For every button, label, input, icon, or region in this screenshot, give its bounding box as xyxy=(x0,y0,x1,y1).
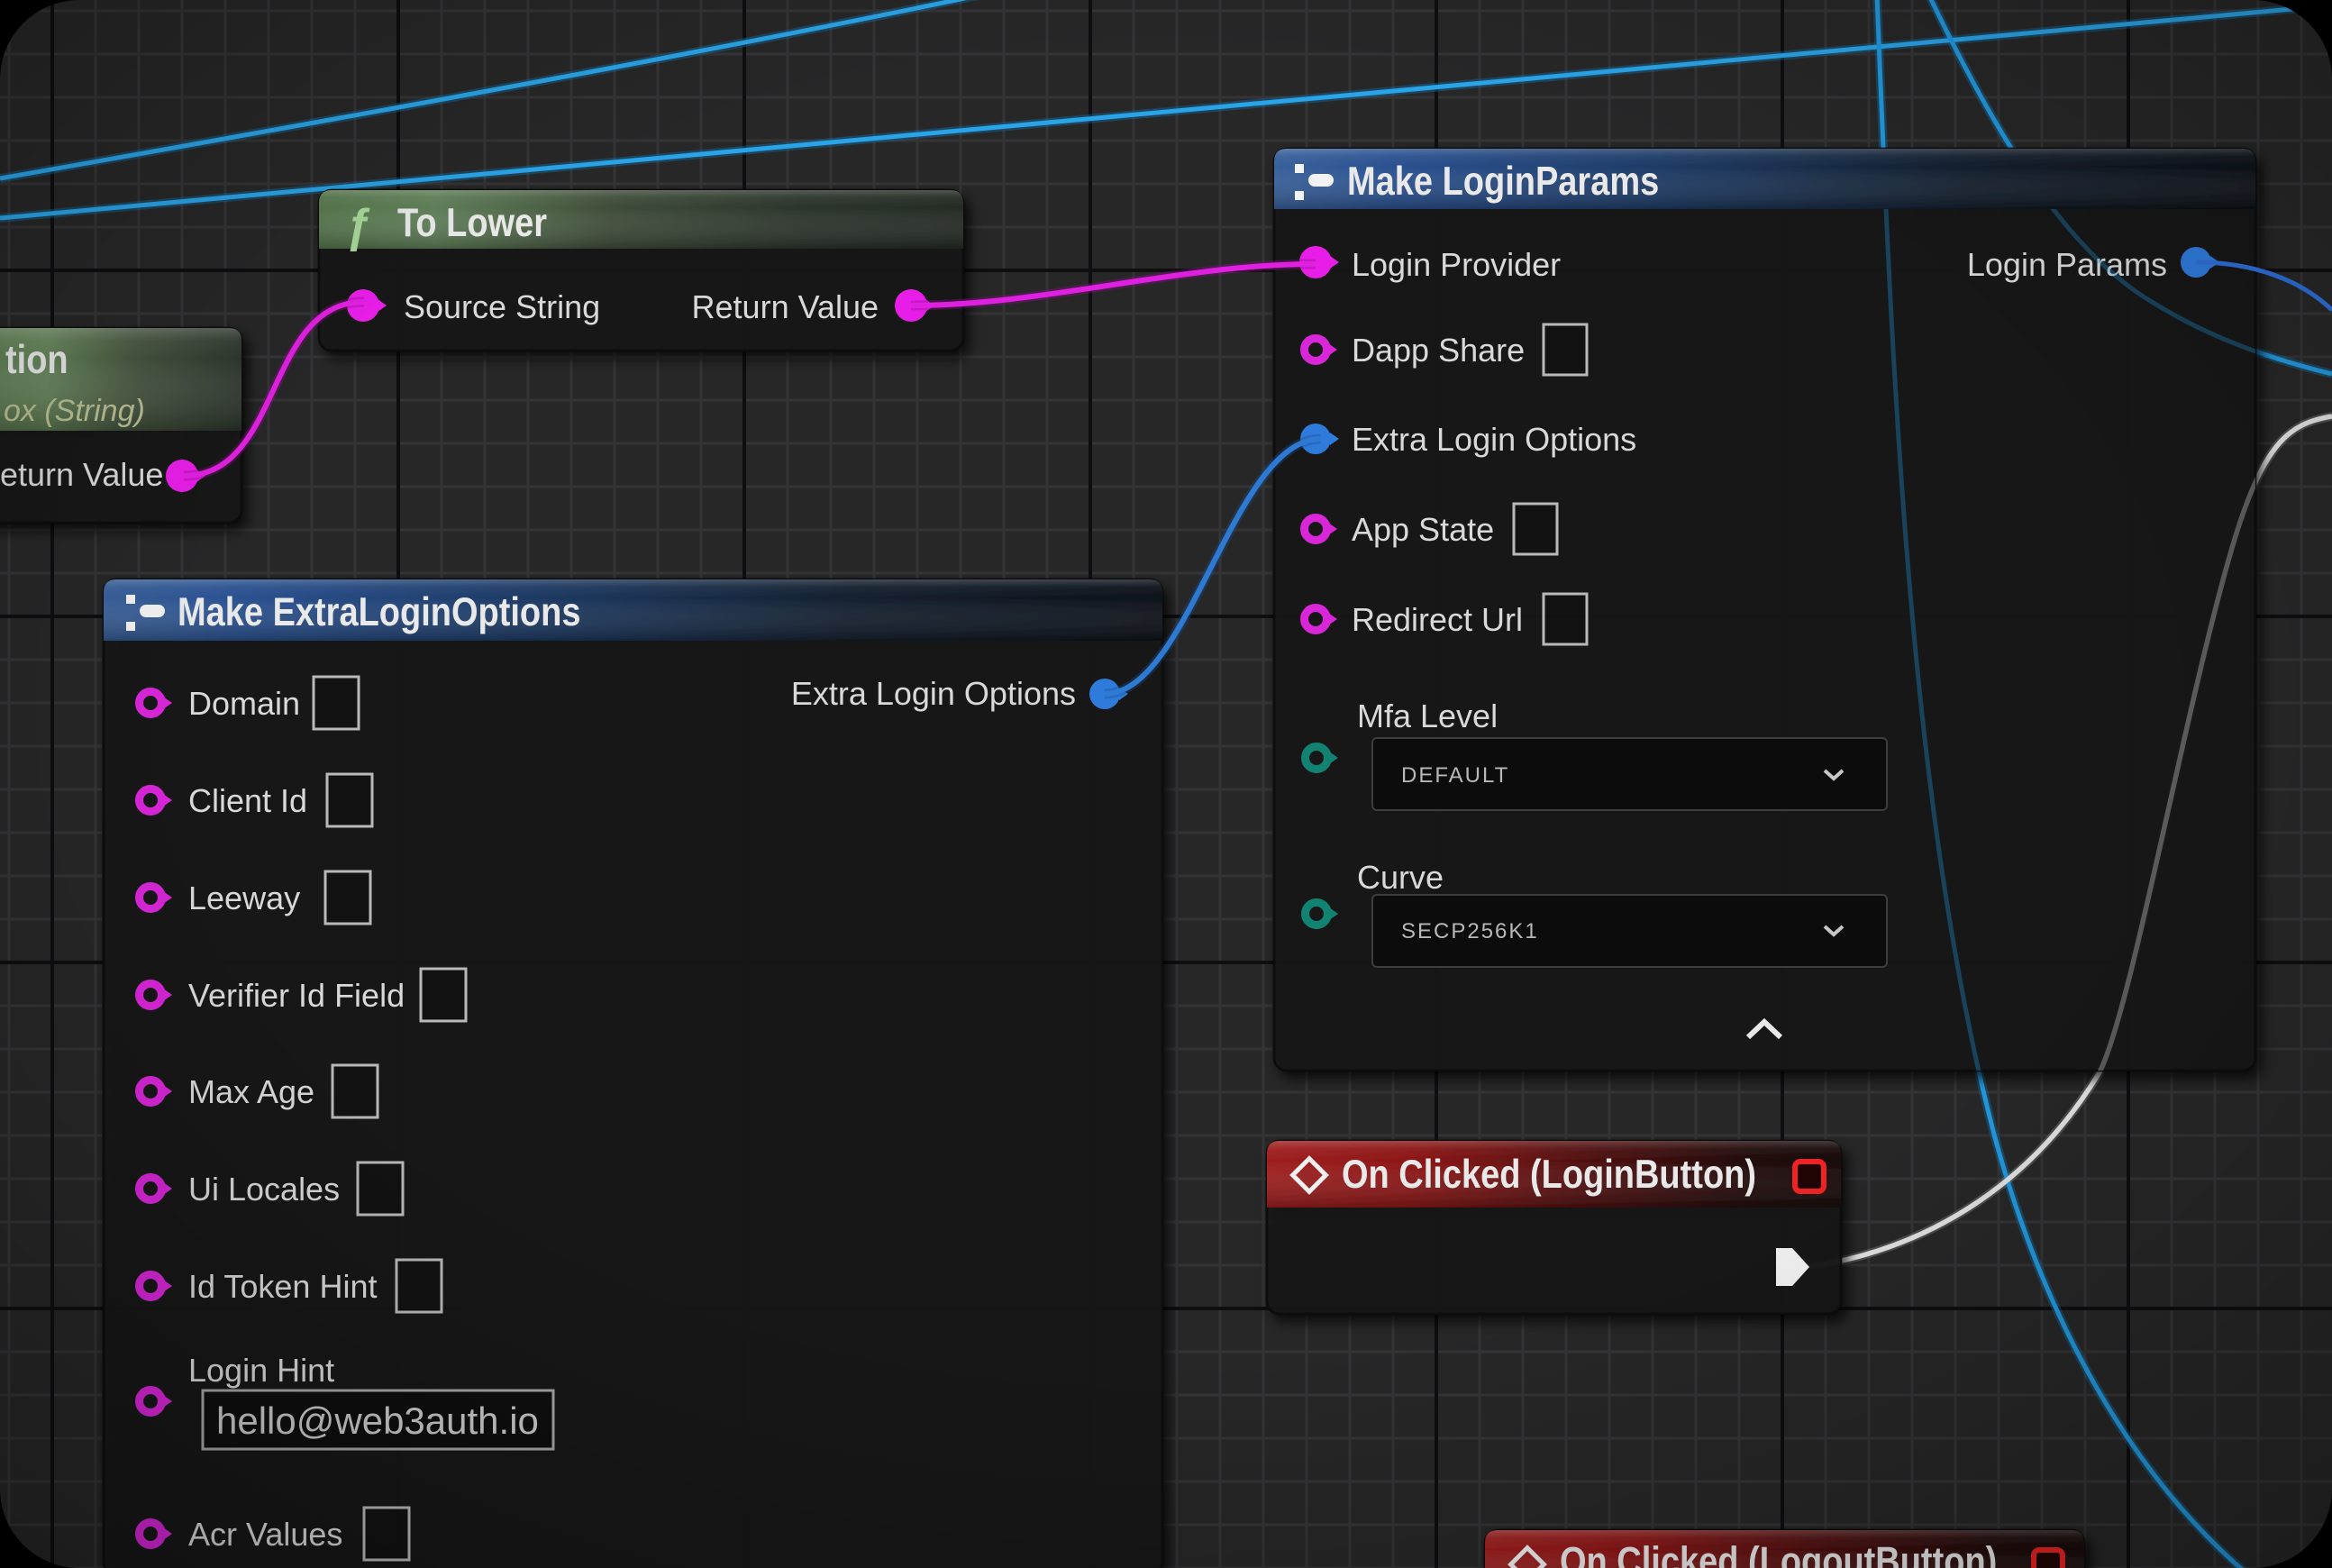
svg-text:Client Id: Client Id xyxy=(188,782,307,819)
svg-text:Ui Locales: Ui Locales xyxy=(188,1171,340,1208)
svg-text:ƒ: ƒ xyxy=(345,200,371,252)
svg-text:Acr Values: Acr Values xyxy=(188,1516,342,1553)
svg-text:Redirect Url: Redirect Url xyxy=(1352,601,1523,638)
svg-text:Dapp Share: Dapp Share xyxy=(1352,332,1525,369)
svg-text:Return Value: Return Value xyxy=(0,456,163,493)
svg-text:Login Hint: Login Hint xyxy=(188,1352,334,1389)
svg-text:ox (String): ox (String) xyxy=(4,394,145,428)
svg-text:SECP256K1: SECP256K1 xyxy=(1401,919,1539,944)
svg-text:Mfa Level: Mfa Level xyxy=(1357,697,1498,734)
svg-text:Login Provider: Login Provider xyxy=(1352,246,1561,283)
svg-text:Extra Login Options: Extra Login Options xyxy=(1352,421,1636,458)
svg-text:App State: App State xyxy=(1352,511,1494,548)
svg-text:tion: tion xyxy=(5,336,68,382)
svg-text:Return Value: Return Value xyxy=(692,288,879,325)
svg-text:Verifier Id Field: Verifier Id Field xyxy=(188,977,405,1014)
svg-text:On Clicked (LogoutButton): On Clicked (LogoutButton) xyxy=(1560,1538,1997,1568)
svg-text:Extra Login Options: Extra Login Options xyxy=(791,675,1076,712)
svg-text:Domain: Domain xyxy=(188,685,300,722)
svg-text:Id Token Hint: Id Token Hint xyxy=(188,1268,377,1305)
svg-text:DEFAULT: DEFAULT xyxy=(1401,763,1509,788)
svg-text:hello@web3auth.io: hello@web3auth.io xyxy=(216,1399,539,1442)
svg-text:Max Age: Max Age xyxy=(188,1073,314,1110)
svg-text:Login Params: Login Params xyxy=(1967,246,2167,283)
svg-text:Make LoginParams: Make LoginParams xyxy=(1347,158,1659,204)
svg-text:Curve: Curve xyxy=(1357,859,1444,896)
svg-text:Leeway: Leeway xyxy=(188,880,300,916)
svg-text:Make ExtraLoginOptions: Make ExtraLoginOptions xyxy=(178,588,580,634)
svg-text:On Clicked (LoginButton): On Clicked (LoginButton) xyxy=(1342,1151,1756,1197)
svg-text:Source String: Source String xyxy=(404,288,600,325)
svg-text:To Lower: To Lower xyxy=(397,199,547,245)
